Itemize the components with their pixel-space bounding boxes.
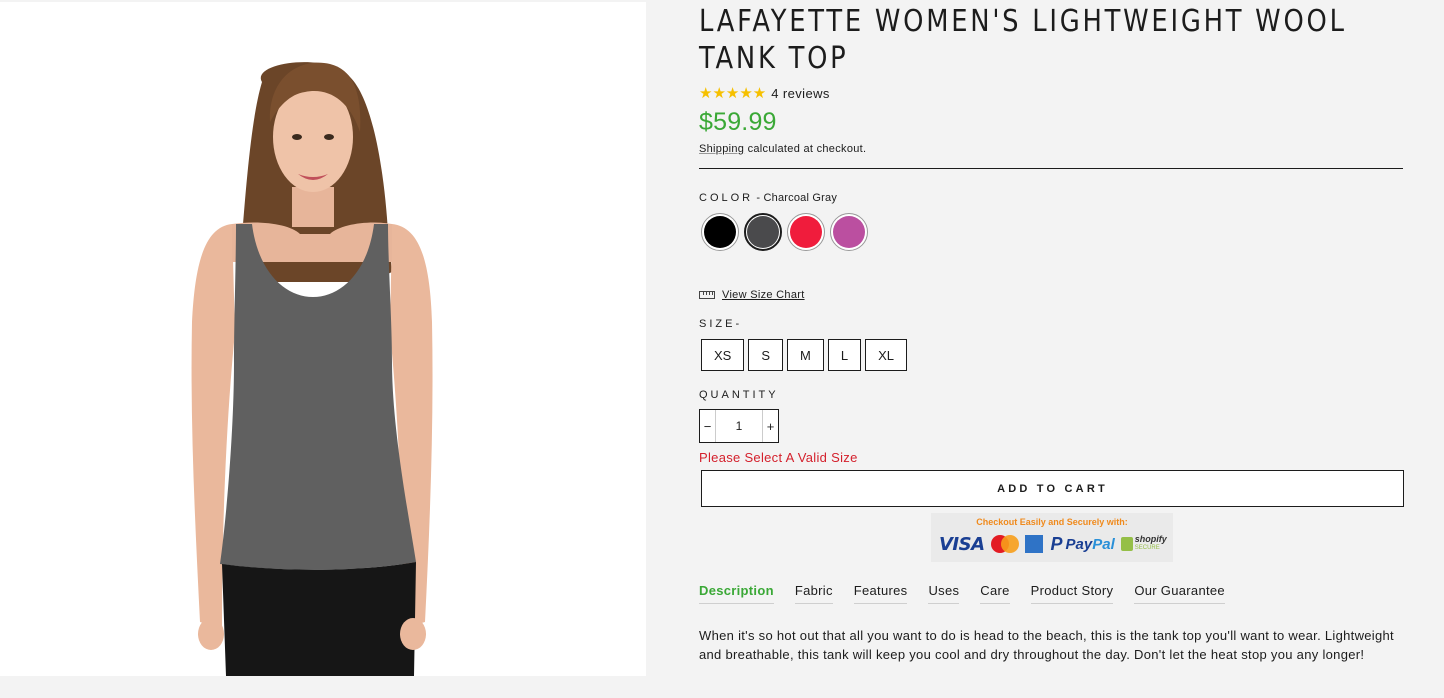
add-to-cart-button[interactable]: ADD TO CART [701,470,1404,507]
tab-our-guarantee[interactable]: Our Guarantee [1134,583,1225,604]
product-info: LAFAYETTE WOMEN'S LIGHTWEIGHT WOOL TANK … [699,0,1405,664]
size-selector: SIZE- XS S M L XL [699,318,1405,371]
size-options: XS S M L XL [701,339,1405,371]
size-chart-label[interactable]: View Size Chart [722,289,805,301]
product-tabs: Description Fabric Features Uses Care Product… [699,583,1405,604]
divider [699,168,1403,169]
tab-features[interactable]: Features [853,583,908,604]
paypal-logo-pay: Pay [1065,535,1093,553]
shopify-logo-text: shopify [1134,534,1167,544]
size-label: SIZE- [699,318,1405,330]
shopify-bag-icon [1120,537,1133,551]
ruler-icon [699,291,715,299]
amex-icon [1024,535,1043,553]
product-price: $59.99 [699,108,777,136]
color-label: COLOR - Charcoal Gray [699,192,1405,204]
quantity-label: QUANTITY [699,389,779,401]
paypal-logo-pal: Pal [1092,535,1115,553]
product-image[interactable] [0,2,646,676]
color-swatch-dot [833,216,865,248]
color-swatch-charcoal-gray[interactable] [744,213,782,251]
tab-care[interactable]: Care [980,583,1010,604]
color-swatch-red[interactable] [787,213,825,251]
paypal-icon: P [1050,533,1063,554]
size-label-text: SIZE [699,318,736,330]
shipping-text: calculated at checkout. [744,143,867,155]
payment-logos: VISA P PayPal shopify SECURE [939,533,1167,555]
reviews-link[interactable]: 4 reviews [771,86,830,101]
color-swatch-dot [704,216,736,248]
size-option-s[interactable]: S [748,339,784,371]
tab-description[interactable]: Description [699,583,774,604]
tab-fabric[interactable]: Fabric [794,583,833,604]
size-option-xs[interactable]: XS [701,339,745,371]
color-swatch-dot [790,216,822,248]
size-error-message: Please Select A Valid Size [699,450,858,465]
product-description: When it's so hot out that all you want t… [699,628,1394,662]
tab-uses[interactable]: Uses [928,583,960,604]
size-option-m[interactable]: M [787,339,824,371]
product-title: LAFAYETTE WOMEN'S LIGHTWEIGHT WOOL TANK … [699,4,1347,76]
size-option-l[interactable]: L [827,339,862,371]
rating[interactable]: ★★★★★ 4 reviews [699,85,1405,102]
color-swatch-black[interactable] [701,213,739,251]
selected-color: Charcoal Gray [763,192,838,204]
model-wearing-tank-top-photo [191,62,433,676]
color-selector: COLOR - Charcoal Gray [699,192,1405,251]
size-separator: - [735,318,743,330]
star-rating-icon: ★★★★★ [699,85,767,102]
mastercard-icon [990,535,1019,553]
shipping-link[interactable]: Shipping [699,143,744,155]
checkout-badge: Checkout Easily and Securely with: VISA … [931,513,1173,562]
color-separator: - [753,192,764,204]
shopify-logo: shopify SECURE [1135,535,1167,553]
paypal-logo: PayPal [1066,536,1115,553]
tab-product-story[interactable]: Product Story [1030,583,1114,604]
color-swatch-dot [747,216,779,248]
color-swatch-magenta[interactable] [830,213,868,251]
color-swatches [701,213,1405,251]
visa-logo: VISA [939,533,985,555]
quantity-input[interactable]: 1 [716,410,762,442]
shipping-note: Shipping calculated at checkout. [699,143,1405,155]
shopify-secure-text: SECURE [1134,545,1160,551]
quantity-decrease-button[interactable]: − [700,410,716,442]
quantity-stepper: − 1 + [699,409,779,443]
size-chart-link[interactable]: View Size Chart [699,289,1405,301]
size-option-xl[interactable]: XL [865,339,907,371]
quantity-selector: QUANTITY − 1 + [699,389,1405,443]
color-label-text: COLOR [699,192,754,204]
quantity-increase-button[interactable]: + [762,410,778,442]
checkout-badge-caption: Checkout Easily and Securely with: [976,517,1128,527]
